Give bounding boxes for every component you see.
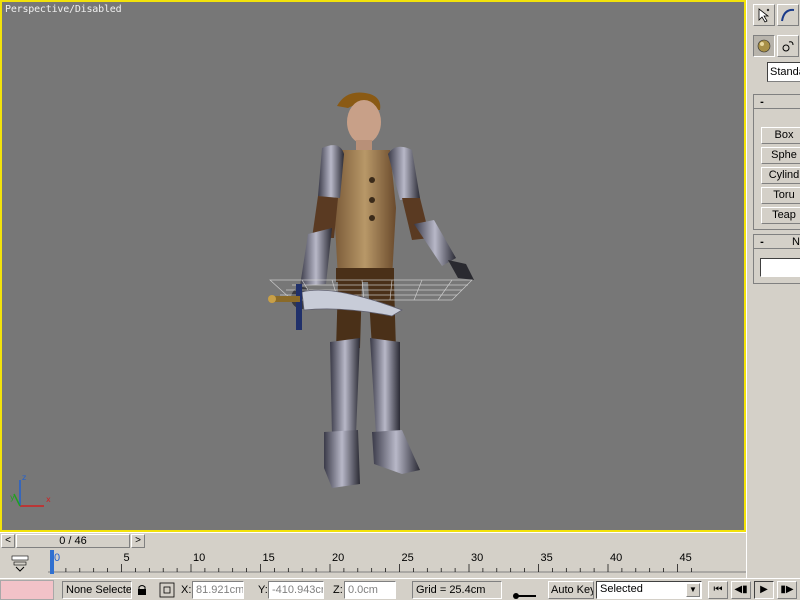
axis-y-label: y	[10, 493, 15, 502]
app-window: Perspective/Disabled x z y Stand - Box S…	[0, 0, 800, 600]
modify-tab[interactable]	[777, 4, 799, 26]
time-slider-thumb[interactable]: 0 / 46	[16, 534, 130, 548]
chevron-down-icon: ▼	[686, 583, 700, 597]
play-button[interactable]: ▶	[754, 581, 774, 599]
ruler-tick-label: 5	[124, 552, 130, 564]
torus-button[interactable]: Toru	[761, 187, 800, 204]
ruler-tick-label: 35	[541, 552, 553, 564]
shapes-category-button[interactable]	[777, 35, 799, 57]
shapes-icon	[782, 41, 794, 52]
axis-z-label: z	[22, 473, 26, 482]
time-slider-next-button[interactable]: >	[131, 534, 145, 548]
cylinder-button[interactable]: Cylind	[761, 167, 800, 184]
geometry-sphere-icon	[757, 39, 771, 53]
geometry-category-button[interactable]	[753, 35, 775, 57]
selection-status: None Selecte	[62, 581, 132, 599]
box-button[interactable]: Box	[761, 127, 800, 144]
ruler-tick-label: 25	[402, 552, 414, 564]
absolute-mode-icon[interactable]	[159, 582, 175, 598]
maxscript-listener-mini[interactable]	[0, 580, 54, 600]
trackbar-ruler[interactable]: 0 5 10 15 20 25 30 35 40 45	[48, 548, 746, 578]
next-frame-button[interactable]: ▮▶	[777, 581, 797, 599]
ruler-tick-label: 0	[54, 552, 60, 564]
character-model[interactable]	[252, 88, 492, 508]
create-tab[interactable]	[753, 4, 775, 26]
previous-frame-button[interactable]: ◀▮	[731, 581, 751, 599]
object-type-rollout-header[interactable]: -	[754, 95, 800, 109]
command-panel: Standa - Box Sphe Cylind Toru Teap - N	[746, 0, 800, 578]
trackbar-filter-icon[interactable]	[10, 554, 30, 572]
axis-tripod-icon: x z y	[10, 473, 51, 507]
key-filter-dropdown[interactable]: Selected ▼	[596, 581, 702, 599]
name-color-rollout-title: N	[792, 235, 800, 248]
go-to-start-button[interactable]: ⏮	[708, 581, 728, 599]
lock-selection-icon[interactable]	[137, 584, 147, 596]
ruler-tick-label: 40	[610, 552, 622, 564]
collapse-icon: -	[760, 95, 764, 108]
z-coordinate-label: Z:	[333, 584, 343, 596]
sphere-button[interactable]: Sphe	[761, 147, 800, 164]
axis-x-label: x	[46, 495, 51, 504]
x-coordinate-input[interactable]: 81.921cm	[192, 581, 244, 599]
time-slider[interactable]: < 0 / 46 >	[0, 532, 746, 548]
perspective-viewport[interactable]: Perspective/Disabled x z y	[0, 0, 746, 532]
trackbar: 0 5 10 15 20 25 30 35 40 45	[0, 548, 746, 578]
y-coordinate-input[interactable]: -410.943cr	[268, 581, 324, 599]
collapse-icon: -	[760, 235, 764, 248]
viewport-label[interactable]: Perspective/Disabled	[5, 4, 122, 15]
ruler-tick-label: 10	[193, 552, 205, 564]
y-coordinate-label: Y:	[258, 584, 268, 596]
x-coordinate-label: X:	[181, 584, 192, 596]
modify-curve-icon	[781, 8, 795, 22]
grid-size-display: Grid = 25.4cm	[412, 581, 502, 599]
ruler-tick-label: 20	[332, 552, 344, 564]
name-color-rollout-header[interactable]: - N	[754, 235, 800, 249]
set-key-icon[interactable]	[512, 592, 538, 600]
time-slider-prev-button[interactable]: <	[1, 534, 15, 548]
teapot-button[interactable]: Teap	[761, 207, 800, 224]
ruler-tick-label: 45	[680, 552, 692, 564]
z-coordinate-input[interactable]: 0.0cm	[344, 581, 396, 599]
object-name-input[interactable]	[760, 258, 800, 277]
current-frame-marker[interactable]	[50, 550, 54, 574]
status-bar: None Selecte X: 81.921cm Y: -410.943cr Z…	[0, 578, 800, 600]
key-filter-value: Selected	[600, 583, 643, 595]
object-type-dropdown[interactable]: Standa	[767, 62, 800, 82]
create-pointer-icon	[758, 8, 770, 23]
auto-key-button[interactable]: Auto Key	[548, 581, 594, 599]
ruler-tick-label: 15	[263, 552, 275, 564]
ruler-tick-label: 30	[471, 552, 483, 564]
